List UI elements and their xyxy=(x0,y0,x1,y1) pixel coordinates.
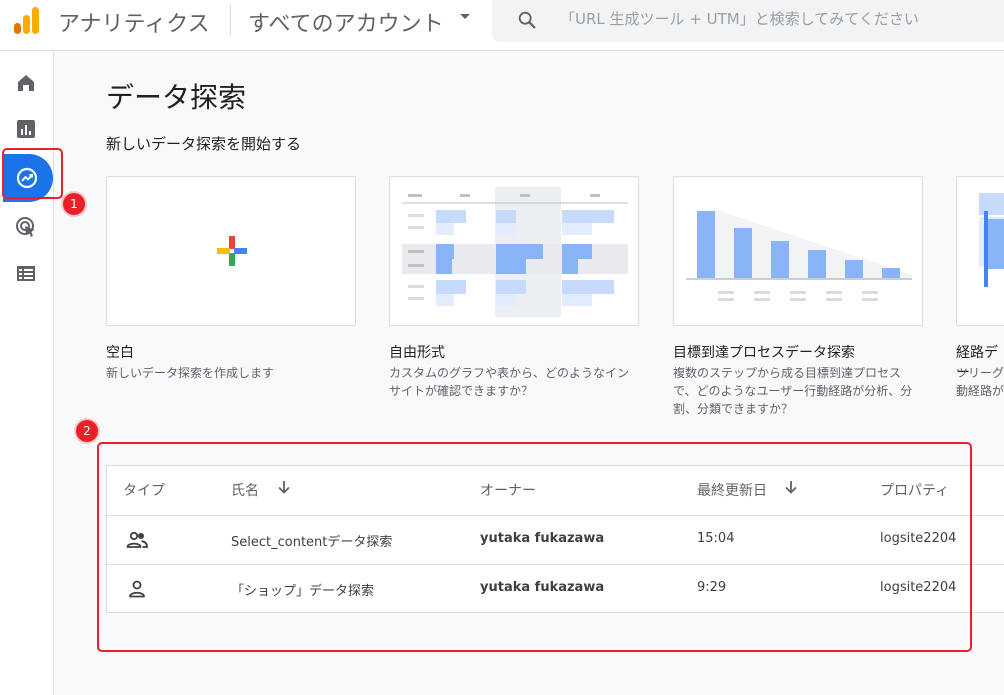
annotation-box-2 xyxy=(97,442,972,652)
annotation-badge-1: 1 xyxy=(63,193,85,215)
bar-chart-icon[interactable] xyxy=(14,117,38,141)
header-divider xyxy=(230,4,231,36)
path-chart-thumbnail xyxy=(979,193,1004,287)
template-card-funnel[interactable] xyxy=(673,176,923,326)
template-desc-path: ツリーグ 動経路が xyxy=(956,366,1004,398)
template-title-freeform[interactable]: 自由形式 xyxy=(389,342,445,362)
analytics-logo-icon[interactable] xyxy=(12,5,40,35)
template-title-funnel[interactable]: 目標到達プロセスデータ探索 xyxy=(673,342,855,362)
plus-icon xyxy=(217,236,247,266)
template-desc-blank: 新しいデータ探索を作成します xyxy=(106,366,275,380)
cursor-target-icon[interactable] xyxy=(14,215,38,239)
template-card-blank[interactable] xyxy=(106,176,356,326)
top-app-bar: アナリティクス すべてのアカウント xyxy=(0,0,1004,51)
page-title: データ探索 xyxy=(106,81,247,114)
chevron-down-icon[interactable] xyxy=(460,14,470,19)
annotation-box-1 xyxy=(2,148,63,199)
new-exploration-heading: 新しいデータ探索を開始する xyxy=(106,135,302,153)
template-title-blank[interactable]: 空白 xyxy=(106,342,134,362)
template-desc-funnel: 複数のステップから成る目標到達プロセスで、どのようなユーザー行動経路が分析、分割… xyxy=(673,366,913,416)
app-title: アナリティクス xyxy=(58,12,210,37)
annotation-badge-2: 2 xyxy=(76,420,98,442)
search-icon[interactable] xyxy=(516,9,538,31)
template-card-freeform[interactable] xyxy=(389,176,639,326)
funnel-chart-thumbnail xyxy=(686,209,912,301)
account-selector[interactable]: すべてのアカウント xyxy=(248,6,444,38)
template-desc-freeform: カスタムのグラフや表から、どのようなインサイトが確認できますか？ xyxy=(389,366,630,398)
freeform-table-thumbnail xyxy=(402,187,628,317)
search-input[interactable] xyxy=(560,7,1000,31)
list-icon[interactable] xyxy=(14,261,38,285)
search-bar[interactable] xyxy=(492,0,1004,42)
home-icon[interactable] xyxy=(14,71,38,95)
template-card-path[interactable] xyxy=(956,176,1004,326)
